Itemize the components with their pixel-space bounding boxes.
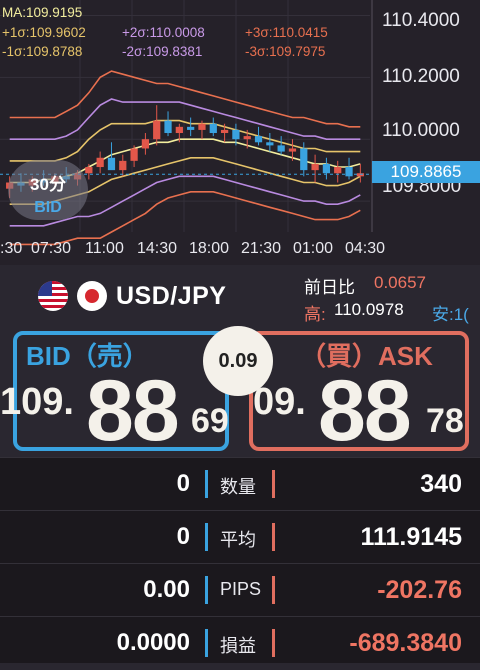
table-row-pnl: 0.0000 損益 -689.3840: [0, 616, 480, 670]
row-label: 損益: [220, 636, 256, 656]
price-axis-label: 110.2000: [382, 66, 460, 87]
ask-price-fraction: 78: [426, 402, 464, 440]
candle-body: [277, 145, 285, 152]
table-row-quantity: 0 数量 340: [0, 457, 480, 511]
position-table: 0 数量 340 0 平均 111.9145 0.00 PIPS -202.76…: [0, 457, 480, 663]
candle-body: [107, 157, 116, 171]
candle-body: [220, 129, 229, 134]
ask-pips-value: -202.76: [377, 576, 462, 604]
bid-price-pips: 88: [86, 363, 180, 459]
legend-minus2-sigma: -2σ:109.8381: [122, 44, 203, 59]
bid-divider: [205, 470, 208, 498]
candle-body: [266, 142, 274, 146]
bid-divider: [205, 576, 208, 604]
legend-minus3-sigma: -3σ:109.7975: [245, 44, 326, 59]
legend-plus2-sigma: +2σ:110.0008: [122, 25, 205, 40]
current-price-marker: 109.8865: [372, 161, 480, 183]
time-axis-label: 21:30: [241, 240, 282, 257]
timeframe-toggle-button[interactable]: 30分 BID: [8, 160, 88, 220]
time-axis-label: 01:00: [293, 240, 334, 257]
table-row-average: 0 平均 111.9145: [0, 510, 480, 564]
table-row-pips: 0.00 PIPS -202.76: [0, 563, 480, 617]
change-label: 前日比: [304, 278, 355, 297]
candle-body: [322, 163, 331, 174]
change-value: 0.0657: [374, 273, 426, 292]
legend-ma: MA:109.9195: [2, 5, 83, 20]
time-axis-label: 18:00: [189, 240, 230, 257]
time-axis-label: 11:00: [85, 240, 124, 257]
us-flag-icon: [38, 281, 68, 311]
price-axis-label: 110.0000: [382, 120, 460, 141]
spread-badge: 0.09: [203, 326, 273, 396]
candle-body: [334, 167, 342, 174]
candle-body: [130, 148, 138, 161]
row-label: 数量: [220, 477, 256, 497]
ask-quantity-value: 340: [420, 470, 462, 498]
legend-plus1-sigma: +1σ:109.9602: [2, 25, 86, 40]
legend-plus3-sigma: +3σ:110.0415: [245, 25, 328, 40]
candle-body: [164, 120, 172, 134]
ask-price-pips: 88: [318, 363, 412, 459]
bid-quantity-value: 0: [176, 470, 190, 497]
high-value: 110.0978: [334, 300, 404, 319]
candle-body: [232, 129, 240, 140]
low-label: 安:1(: [432, 305, 469, 324]
time-axis-label: 04:30: [345, 240, 386, 257]
timeframe-label: 30分: [30, 175, 66, 194]
candle-body: [187, 126, 195, 130]
chart-panel[interactable]: MA:109.9195 +1σ:109.9602 +2σ:110.0008 +3…: [0, 0, 480, 265]
bid-pips-value: 0.00: [143, 576, 190, 603]
candle-body: [141, 139, 150, 149]
candle-body: [119, 160, 127, 171]
ask-divider: [272, 470, 275, 498]
ask-pnl-value: -689.3840: [349, 629, 462, 657]
ask-average-value: 111.9145: [360, 523, 462, 551]
candle-body: [254, 136, 263, 143]
candle-body: [243, 136, 251, 140]
high-label: 高:: [304, 305, 326, 324]
currency-pair-title: USD/JPY: [116, 282, 227, 310]
candle-body: [300, 148, 308, 171]
time-axis-label: 14:30: [137, 240, 178, 257]
band-line-p3: [9, 70, 361, 128]
candle-body: [345, 167, 353, 177]
band-line-p1: [9, 119, 361, 162]
time-axis-label: :30: [0, 240, 23, 257]
candle-body: [175, 126, 183, 134]
row-label: PIPS: [220, 579, 262, 599]
candle-body: [153, 120, 161, 140]
bid-price-prefix: 109.: [0, 381, 74, 423]
candle-body: [288, 148, 297, 152]
price-axis-label: 110.4000: [382, 10, 460, 31]
legend-minus1-sigma: -1σ:109.8788: [2, 44, 83, 59]
ask-divider: [272, 523, 275, 551]
bid-divider: [205, 523, 208, 551]
bid-average-value: 0: [176, 523, 190, 550]
side-label: BID: [34, 199, 62, 216]
ask-divider: [272, 629, 275, 657]
row-label: 平均: [220, 530, 256, 550]
bid-price-fraction: 69: [191, 402, 229, 440]
time-axis-label: 07:30: [31, 240, 72, 257]
candle-body: [96, 157, 104, 168]
bid-pnl-value: 0.0000: [116, 629, 190, 656]
candle-body: [311, 163, 319, 171]
candle-body: [209, 123, 217, 134]
bid-divider: [205, 629, 208, 657]
japan-flag-icon: [77, 281, 107, 311]
candle-body: [198, 123, 206, 130]
ask-divider: [272, 576, 275, 604]
